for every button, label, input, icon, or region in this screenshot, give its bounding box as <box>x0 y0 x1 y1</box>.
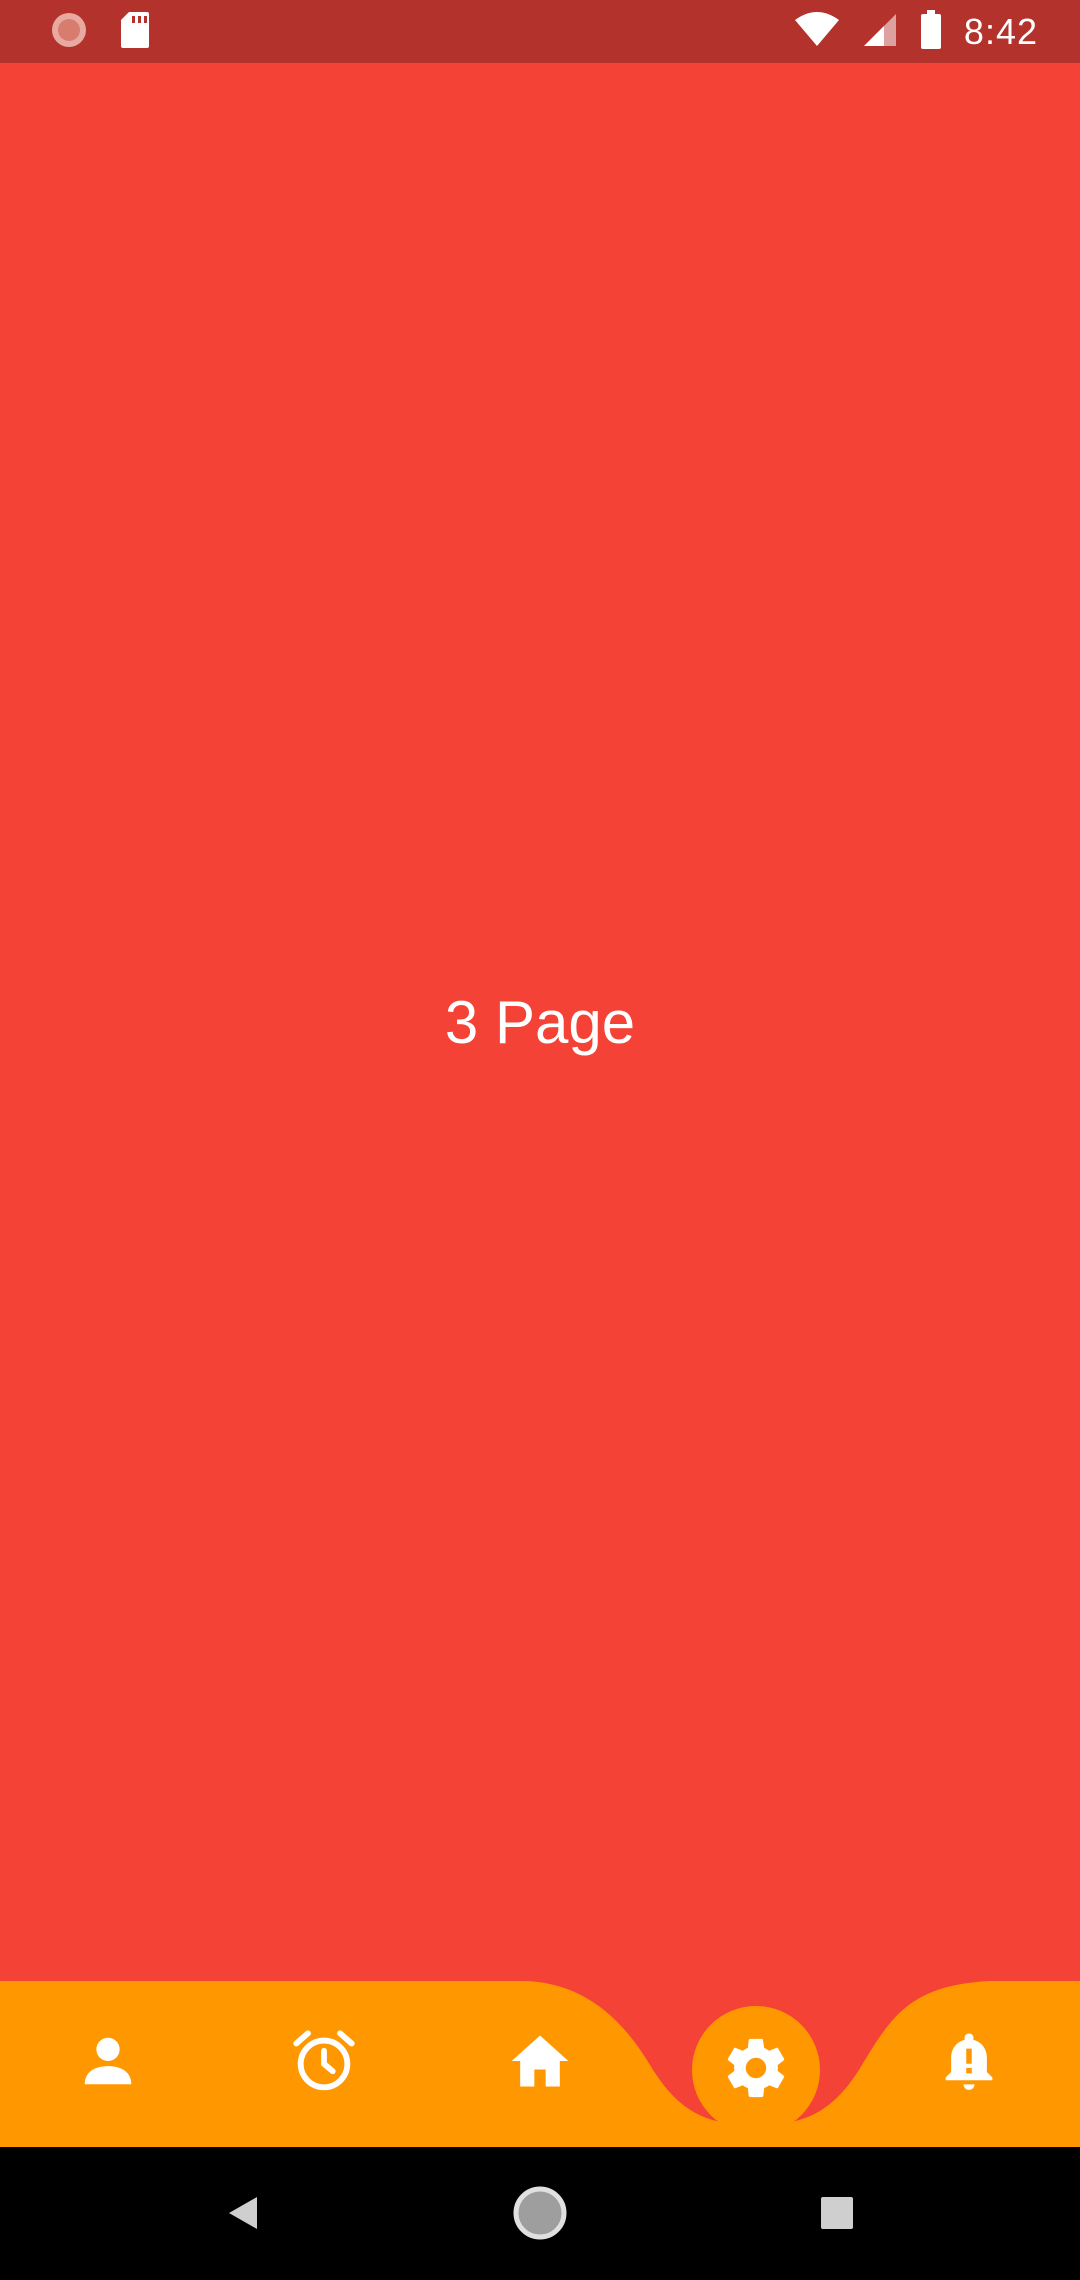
status-bar-left <box>50 11 150 50</box>
person-icon <box>77 2030 139 2092</box>
system-recents-button[interactable] <box>797 2175 877 2255</box>
notification-bell-icon <box>936 2028 1002 2094</box>
bottom-navigation <box>0 1975 1080 2147</box>
alarm-icon <box>289 2026 359 2096</box>
back-icon <box>223 2193 263 2238</box>
status-bar-right: 8:42 <box>794 9 1038 55</box>
app-screen: 8:42 3 Page <box>0 0 1080 2280</box>
sd-card-icon <box>120 11 150 54</box>
nav-item-alarm[interactable] <box>274 2011 374 2111</box>
cell-signal-icon <box>862 12 898 53</box>
status-time: 8:42 <box>963 11 1038 52</box>
recents-icon <box>819 2195 855 2236</box>
page-label: 3 Page <box>444 989 636 1056</box>
nav-item-notifications[interactable] <box>919 2011 1019 2111</box>
system-navigation-bar <box>0 2147 1080 2280</box>
nav-item-settings[interactable] <box>692 2006 820 2134</box>
home-icon <box>506 2027 574 2095</box>
status-bar: 8:42 <box>0 0 1080 63</box>
battery-icon <box>920 9 942 55</box>
wifi-icon <box>794 11 840 53</box>
nav-item-profile[interactable] <box>58 2011 158 2111</box>
system-back-button[interactable] <box>203 2175 283 2255</box>
system-home-button[interactable] <box>500 2175 580 2255</box>
home-circle-icon <box>512 2185 568 2246</box>
nav-item-home[interactable] <box>490 2011 590 2111</box>
notification-dot-icon <box>50 11 88 54</box>
settings-gear-icon <box>721 2033 791 2108</box>
page-content: 3 Page <box>0 63 1080 1983</box>
